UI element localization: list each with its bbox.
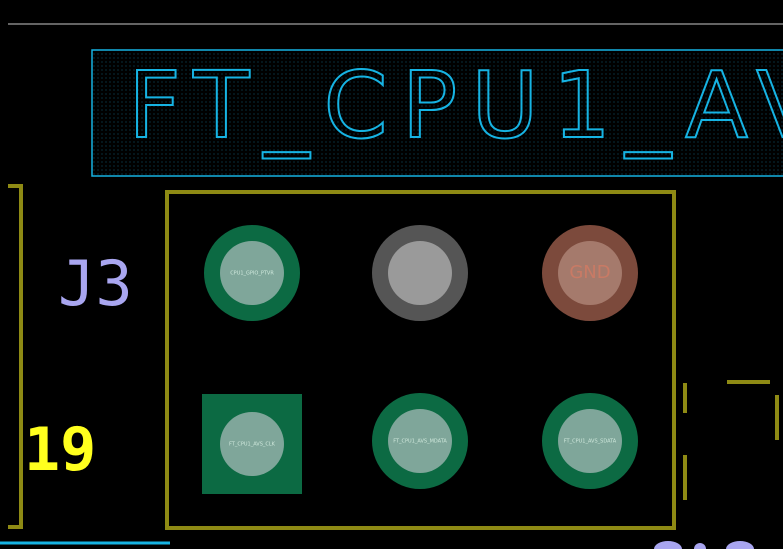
left-component-outline	[8, 184, 23, 529]
pad-2[interactable]	[372, 225, 468, 321]
pad-3[interactable]: GND	[542, 225, 638, 321]
pad-group[interactable]: CPU1_GPIO_PTVR GND FT_CPU1_AVS_CLK FT_CPU1_…	[202, 225, 638, 494]
pad-5[interactable]: FT_CPU1_AVS_MDATA	[372, 393, 468, 489]
pad-net-label: FT_CPU1_AVS_CLK	[229, 442, 276, 448]
pad-6[interactable]: FT_CPU1_AVS_SDATA	[542, 393, 638, 489]
pad-1[interactable]: CPU1_GPIO_PTVR	[204, 225, 300, 321]
side-label[interactable]: 19	[24, 415, 96, 485]
pcb-layout-svg[interactable]: FT_CPU1_AVS J3 19 CPU1_GPIO_PTVR GND FT_CP…	[0, 0, 783, 549]
designator-label[interactable]: J3	[58, 247, 133, 320]
pcb-layout-canvas[interactable]: FT_CPU1_AVS J3 19 CPU1_GPIO_PTVR GND FT_CP…	[0, 0, 783, 549]
pad-net-label: FT_CPU1_AVS_MDATA	[393, 439, 447, 445]
pad-net-label: CPU1_GPIO_PTVR	[230, 271, 274, 277]
pad-4[interactable]: FT_CPU1_AVS_CLK	[202, 394, 302, 494]
partial-label-fragment	[654, 541, 754, 549]
pad-drill-hole	[388, 241, 452, 305]
title-text[interactable]: FT_CPU1_AVS	[127, 51, 783, 160]
pad-net-label: GND	[569, 262, 610, 283]
pad-net-label: FT_CPU1_AVS_SDATA	[564, 439, 617, 445]
